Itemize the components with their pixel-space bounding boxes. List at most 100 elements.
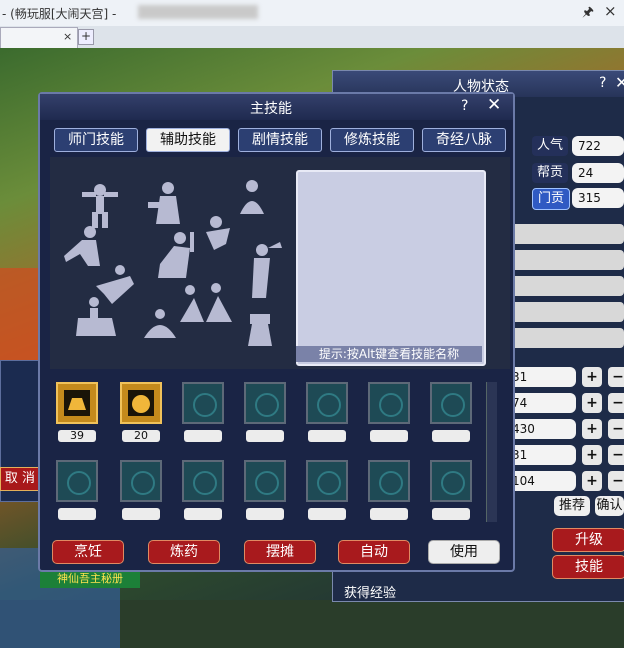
stat-value-sect-contribution: 315 [572, 188, 624, 208]
attr-value: 31 [506, 445, 576, 465]
alt-hint-text: 提示:按Alt键查看技能名称 [296, 346, 482, 362]
tab-sect-skills[interactable]: 师门技能 [54, 128, 138, 152]
skill-slot-empty[interactable] [244, 460, 286, 502]
emblem-icon [193, 393, 217, 417]
emblem-icon [67, 471, 91, 495]
cancel-button[interactable]: 取 消 [0, 467, 40, 491]
confirm-button[interactable]: 确认 [595, 496, 624, 516]
attr-plus-button[interactable]: + [582, 419, 602, 439]
emblem-icon [317, 471, 341, 495]
tab-bar: × + [0, 26, 624, 49]
skill-level [432, 508, 470, 520]
cook-button[interactable]: 烹饪 [52, 540, 124, 564]
skill-slot-empty[interactable] [430, 382, 472, 424]
stat-value-guild-contribution: 24 [572, 163, 624, 183]
skill-figure-icon[interactable] [72, 294, 122, 338]
help-icon[interactable]: ? [461, 98, 468, 114]
attr-plus-button[interactable]: + [582, 367, 602, 387]
skill-level [184, 508, 222, 520]
tab-assist-skills[interactable]: 辅助技能 [146, 128, 230, 152]
stat-label-popularity: 人气 [532, 136, 568, 156]
skill-figure-icon[interactable] [76, 180, 126, 230]
skill-slot-empty[interactable] [182, 382, 224, 424]
skill-level [184, 430, 222, 442]
browser-tab[interactable]: × [0, 27, 78, 48]
skill-level [246, 430, 284, 442]
tab-close-icon[interactable]: × [63, 30, 72, 43]
skill-level [122, 508, 160, 520]
skill-level [246, 508, 284, 520]
skill-figure-icon[interactable] [196, 214, 246, 254]
attr-minus-button[interactable]: − [608, 393, 624, 413]
skill-level: 39 [58, 430, 96, 442]
alchemy-icon [128, 390, 154, 416]
tab-story-skills[interactable]: 剧情技能 [238, 128, 322, 152]
slot-scrollbar[interactable] [486, 382, 497, 522]
skill-level [308, 430, 346, 442]
attr-value: 74 [506, 393, 576, 413]
skill-slot-empty[interactable] [306, 382, 348, 424]
attr-value: 31 [506, 367, 576, 387]
emblem-icon [441, 393, 465, 417]
skill-figure-icon[interactable] [232, 178, 272, 218]
skill-slot-empty[interactable] [368, 382, 410, 424]
bottom-banner-text: 神仙吾主秘册 [40, 570, 140, 588]
window-titlebar: - (畅玩服[大闹天宫] - 🖈 × [0, 0, 624, 26]
status-field [510, 302, 624, 322]
attr-value: 430 [506, 419, 576, 439]
tab-meridian-skills[interactable]: 奇经八脉 [422, 128, 506, 152]
auto-button[interactable]: 自动 [338, 540, 410, 564]
upgrade-button[interactable]: 升级 [552, 528, 624, 552]
skill-level [308, 508, 346, 520]
recommend-button[interactable]: 推荐 [554, 496, 590, 516]
emblem-icon [317, 393, 341, 417]
pin-icon[interactable]: 🖈 [582, 3, 594, 25]
attr-minus-button[interactable]: − [608, 471, 624, 491]
skill-figure-icon[interactable] [242, 308, 278, 348]
skill-slot-empty[interactable] [182, 460, 224, 502]
skill-slot-empty[interactable] [430, 460, 472, 502]
alchemy-button[interactable]: 炼药 [148, 540, 220, 564]
attr-minus-button[interactable]: − [608, 419, 624, 439]
skill-figure-icon[interactable] [240, 240, 284, 300]
skill-level: 20 [122, 430, 160, 442]
skill-slot-alchemy[interactable] [120, 382, 162, 424]
skill-figure-icon[interactable] [146, 180, 186, 230]
close-icon[interactable]: × [604, 2, 617, 20]
help-icon[interactable]: ? [599, 75, 606, 91]
attr-plus-button[interactable]: + [582, 471, 602, 491]
stall-button[interactable]: 摆摊 [244, 540, 316, 564]
dialog-title: 主技能 [250, 101, 292, 117]
skills-button[interactable]: 技能 [552, 555, 624, 579]
stat-label-guild-contribution: 帮贡 [532, 163, 568, 183]
use-button[interactable]: 使用 [428, 540, 500, 564]
emblem-icon [131, 471, 155, 495]
status-field [510, 276, 624, 296]
skill-description-box [296, 170, 486, 366]
skill-figure-icon[interactable] [176, 280, 236, 324]
attr-minus-button[interactable]: − [608, 367, 624, 387]
skill-slot-empty[interactable] [56, 460, 98, 502]
tab-cultivation-skills[interactable]: 修炼技能 [330, 128, 414, 152]
close-icon[interactable]: ✕ [487, 95, 501, 115]
exp-label: 获得经验 [344, 586, 397, 601]
new-tab-button[interactable]: + [78, 29, 94, 45]
skill-slot-empty[interactable] [368, 460, 410, 502]
status-field [510, 328, 624, 348]
dialog-header: 主技能 ? ✕ [40, 94, 513, 120]
attr-minus-button[interactable]: − [608, 445, 624, 465]
skill-slot-empty[interactable] [120, 460, 162, 502]
status-field [510, 224, 624, 244]
stat-label-sect-contribution[interactable]: 门贡 [532, 188, 570, 210]
skill-slot-empty[interactable] [244, 382, 286, 424]
skill-slot-cooking[interactable] [56, 382, 98, 424]
attr-plus-button[interactable]: + [582, 393, 602, 413]
skill-level [432, 430, 470, 442]
skill-slot-empty[interactable] [306, 460, 348, 502]
skill-figure-icon[interactable] [140, 306, 180, 340]
emblem-icon [193, 471, 217, 495]
emblem-icon [255, 393, 279, 417]
emblem-icon [441, 471, 465, 495]
attr-plus-button[interactable]: + [582, 445, 602, 465]
close-icon[interactable]: ✕ [615, 73, 624, 92]
